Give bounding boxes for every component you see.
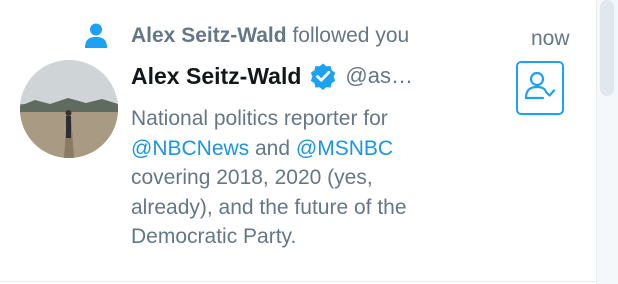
person-icon [84, 22, 108, 50]
bio-line: already), and the future of the [131, 195, 407, 219]
divider [0, 281, 596, 282]
user-bio: National politics reporter for @NBCNews … [131, 104, 511, 252]
notification-card[interactable]: Alex Seitz-Wald followed you now Alex Se… [0, 0, 596, 284]
bio-line: covering 2018, 2020 (yes, [131, 166, 373, 189]
notification-text: Alex Seitz-Wald followed you [131, 24, 409, 48]
timestamp[interactable]: now [531, 27, 570, 51]
scrollbar-thumb[interactable] [600, 0, 614, 96]
verified-badge-icon [309, 62, 337, 90]
follow-user-icon [523, 69, 557, 108]
bio-connector: and [249, 136, 296, 160]
user-line: Alex Seitz-Wald @as… [131, 62, 413, 90]
user-handle[interactable]: @as… [345, 63, 413, 89]
bio-line: National politics reporter for [131, 107, 388, 130]
bio-line: @NBCNews and @MSNBC [131, 134, 511, 164]
actor-name-link[interactable]: Alex Seitz-Wald [131, 24, 287, 47]
user-name-link[interactable]: Alex Seitz-Wald [131, 63, 301, 90]
bio-line: Democratic Party. [131, 225, 297, 248]
mention-link-msnbc[interactable]: @MSNBC [296, 137, 393, 160]
mention-link-nbcnews[interactable]: @NBCNews [131, 137, 249, 160]
follow-button[interactable] [516, 61, 564, 115]
notification-action: followed you [292, 24, 410, 47]
avatar[interactable] [20, 60, 118, 158]
